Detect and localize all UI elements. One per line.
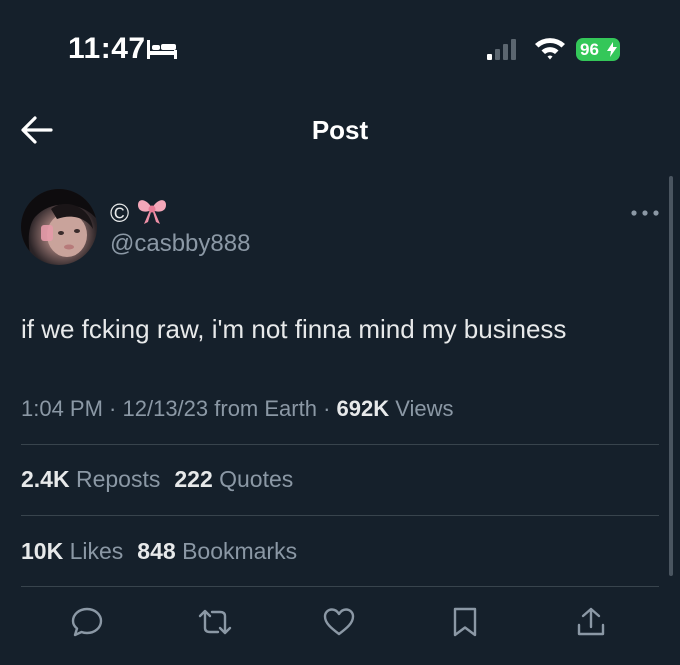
status-time: 11:47 xyxy=(68,32,146,65)
stats-row-reposts: 2.4K Reposts 222 Quotes xyxy=(21,466,293,493)
quotes-label: Quotes xyxy=(219,466,294,492)
scrollbar[interactable] xyxy=(669,176,673,576)
bookmarks-count: 848 xyxy=(137,538,176,564)
likes-count: 10K xyxy=(21,538,64,564)
user-handle[interactable]: @casbby888 xyxy=(110,230,250,258)
battery-icon: 96 xyxy=(576,38,620,61)
avatar[interactable] xyxy=(21,189,97,265)
bow-icon xyxy=(138,200,166,224)
wifi-icon xyxy=(535,38,565,60)
reposts-label: Reposts xyxy=(75,466,161,492)
bookmarks-label: Bookmarks xyxy=(182,538,298,564)
bookmark-icon[interactable] xyxy=(451,606,479,638)
likes-label: Likes xyxy=(69,538,124,564)
bookmarks-link[interactable]: 848 Bookmarks xyxy=(137,538,297,564)
battery-level: 96 xyxy=(580,40,599,59)
reposts-count: 2.4K xyxy=(21,466,70,492)
views-label: Views xyxy=(389,396,454,421)
bolt-icon xyxy=(607,42,617,57)
reposts-link[interactable]: 2.4K Reposts xyxy=(21,466,160,492)
display-name-prefix: © xyxy=(110,198,130,228)
meta-separator-2: · xyxy=(316,396,337,421)
views-count: 692K xyxy=(336,396,390,421)
quotes-count: 222 xyxy=(174,466,213,492)
tweet-text: if we fcking raw, i'm not finna mind my … xyxy=(21,314,567,344)
post-detail-screen: 11:47 96 Post © @casbby888 if we fcking … xyxy=(0,0,680,665)
more-horizontal-icon[interactable] xyxy=(630,208,660,218)
quotes-link[interactable]: 222 Quotes xyxy=(174,466,293,492)
divider xyxy=(21,515,659,516)
tweet-date[interactable]: 12/13/23 xyxy=(123,396,209,421)
tweet-meta: 1:04 PM · 12/13/23 from Earth · 692K Vie… xyxy=(21,396,454,422)
bed-icon xyxy=(147,40,177,59)
repost-icon[interactable] xyxy=(196,606,234,638)
tweet-time[interactable]: 1:04 PM xyxy=(21,396,103,421)
reply-icon[interactable] xyxy=(71,606,103,638)
signal-icon xyxy=(487,39,516,60)
stats-row-likes: 10K Likes 848 Bookmarks xyxy=(21,538,297,565)
likes-link[interactable]: 10K Likes xyxy=(21,538,123,564)
meta-separator: · xyxy=(102,396,123,421)
display-name[interactable]: © xyxy=(110,198,129,229)
divider xyxy=(21,586,659,587)
divider xyxy=(21,444,659,445)
share-icon[interactable] xyxy=(575,606,607,638)
tweet-source: from Earth xyxy=(208,396,317,421)
page-title: Post xyxy=(311,115,369,145)
avatar-image xyxy=(21,189,97,265)
like-icon[interactable] xyxy=(322,606,356,638)
